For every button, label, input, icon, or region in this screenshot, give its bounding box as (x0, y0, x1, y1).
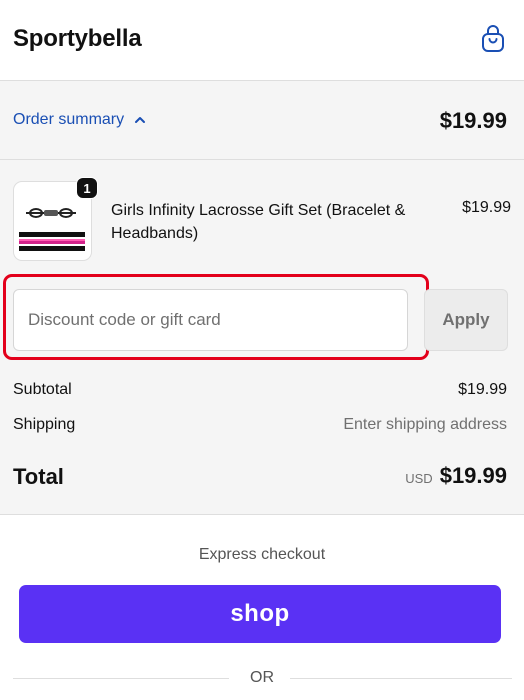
header: Sportybella (0, 0, 524, 81)
subtotal-value: $19.99 (458, 381, 507, 398)
shipping-value: Enter shipping address (343, 416, 507, 433)
total-label: Total (13, 464, 64, 489)
or-divider-right (290, 678, 512, 679)
order-summary-label-wrap[interactable]: Order summary (13, 111, 146, 129)
quantity-badge: 1 (76, 177, 98, 199)
apply-discount-button[interactable]: Apply (424, 289, 508, 351)
chevron-up-icon (135, 117, 146, 123)
shop-pay-logo: shop (230, 600, 290, 627)
currency-code: USD (405, 471, 433, 486)
total-amount: USD $19.99 (405, 463, 507, 489)
order-summary-toggle[interactable]: Order summary $19.99 (0, 81, 524, 160)
shipping-label: Shipping (13, 416, 76, 433)
product-price: $19.99 (462, 199, 511, 216)
brand-logo[interactable]: Sportybella (13, 25, 142, 53)
summary-total: $19.99 (439, 108, 507, 133)
product-thumbnail: 1 (13, 177, 98, 261)
line-item: 1 Girls Infinity Lacrosse Gift Set (Brac… (13, 177, 511, 261)
express-checkout-title: Express checkout (198, 546, 326, 563)
subtotal-label: Subtotal (13, 381, 72, 398)
shopping-bag-icon[interactable] (480, 24, 506, 54)
total-value: $19.99 (439, 463, 507, 488)
shop-pay-button[interactable]: shop (19, 585, 501, 643)
order-summary-panel: 1 Girls Infinity Lacrosse Gift Set (Brac… (0, 160, 524, 515)
order-summary-label: Order summary (13, 111, 125, 128)
product-name: Girls Infinity Lacrosse Gift Set (Bracel… (111, 202, 406, 242)
discount-code-input[interactable] (13, 289, 408, 351)
